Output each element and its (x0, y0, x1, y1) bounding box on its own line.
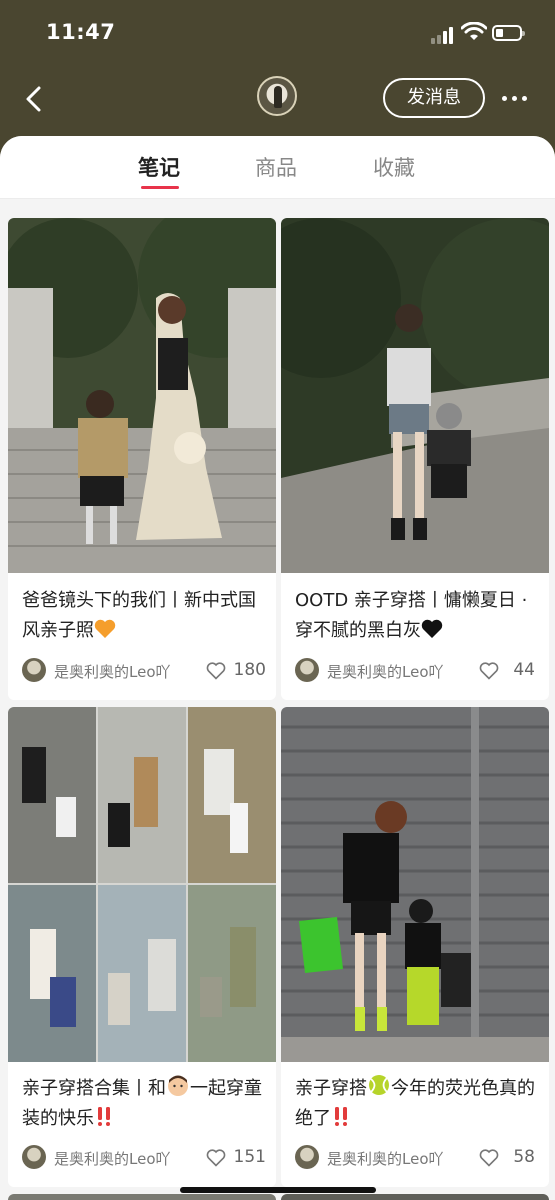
note-card-partial[interactable] (8, 1194, 276, 1200)
tab-favorites[interactable]: 收藏 (373, 152, 415, 182)
more-options-icon[interactable] (500, 96, 530, 102)
status-time: 11:47 (46, 20, 116, 44)
note-card[interactable]: 亲子穿搭 今年的荧光色真的绝了 是奥利奥的Leo吖 58 (281, 707, 549, 1187)
double-exclamation-icon (98, 1107, 110, 1126)
note-title: 亲子穿搭合集丨和 一起穿童装的快乐 (22, 1073, 266, 1134)
note-title: OOTD 亲子穿搭丨慵懒夏日 · 穿不腻的黑白灰 (295, 590, 528, 641)
content-sheet: 笔记 商品 收藏 爸爸镜头下的我们丨新中式国风亲子照 是奥利奥的Leo吖 180… (0, 136, 555, 1200)
note-card[interactable]: OOTD 亲子穿搭丨慵懒夏日 · 穿不腻的黑白灰 是奥利奥的Leo吖 44 (281, 218, 549, 700)
send-message-button[interactable]: 发消息 (383, 78, 485, 118)
like-count: 44 (513, 660, 535, 680)
tab-notes[interactable]: 笔记 (138, 152, 180, 182)
back-arrow-icon[interactable] (20, 84, 50, 114)
like-count: 151 (233, 1147, 266, 1167)
note-title: 爸爸镜头下的我们丨新中式国风亲子照 (22, 590, 256, 641)
top-nav: 发消息 (0, 70, 555, 136)
boy-face-icon (168, 1075, 188, 1096)
tennis-ball-icon (369, 1075, 389, 1095)
double-exclamation-icon (335, 1107, 347, 1126)
note-cover-image (281, 218, 549, 573)
home-indicator[interactable] (180, 1187, 376, 1193)
like-heart-icon[interactable] (206, 662, 226, 680)
like-count: 58 (513, 1147, 535, 1167)
like-heart-icon[interactable] (479, 1149, 499, 1167)
author-avatar[interactable] (295, 658, 319, 682)
cellular-signal-icon (431, 26, 457, 44)
note-cover-image (281, 707, 549, 1062)
author-avatar[interactable] (22, 658, 46, 682)
tab-active-indicator (141, 186, 179, 189)
wifi-icon (461, 22, 487, 40)
note-meta: 是奥利奥的Leo吖 151 (22, 1145, 266, 1171)
battery-icon (492, 25, 525, 41)
like-heart-icon[interactable] (206, 1149, 226, 1167)
note-title: 亲子穿搭 今年的荧光色真的绝了 (295, 1073, 539, 1134)
note-cover-image (8, 218, 276, 573)
author-avatar[interactable] (22, 1145, 46, 1169)
note-meta: 是奥利奥的Leo吖 58 (295, 1145, 539, 1171)
author-name[interactable]: 是奥利奥的Leo吖 (327, 1148, 444, 1169)
orange-heart-icon (94, 619, 116, 638)
note-meta: 是奥利奥的Leo吖 44 (295, 658, 539, 684)
note-cover-image (8, 707, 276, 1062)
black-heart-icon (421, 619, 443, 638)
note-card-partial[interactable] (281, 1194, 549, 1200)
author-name[interactable]: 是奥利奥的Leo吖 (54, 661, 171, 682)
status-bar: 11:47 (0, 0, 555, 70)
like-count: 180 (233, 660, 266, 680)
author-avatar[interactable] (295, 1145, 319, 1169)
note-card[interactable]: 亲子穿搭合集丨和 一起穿童装的快乐 是奥利奥的Leo吖 151 (8, 707, 276, 1187)
tab-bar: 笔记 商品 收藏 (0, 136, 555, 199)
author-name[interactable]: 是奥利奥的Leo吖 (327, 661, 444, 682)
note-card[interactable]: 爸爸镜头下的我们丨新中式国风亲子照 是奥利奥的Leo吖 180 (8, 218, 276, 700)
tab-products[interactable]: 商品 (255, 152, 297, 182)
note-meta: 是奥利奥的Leo吖 180 (22, 658, 266, 684)
like-heart-icon[interactable] (479, 662, 499, 680)
author-name[interactable]: 是奥利奥的Leo吖 (54, 1148, 171, 1169)
profile-avatar[interactable] (257, 76, 297, 116)
